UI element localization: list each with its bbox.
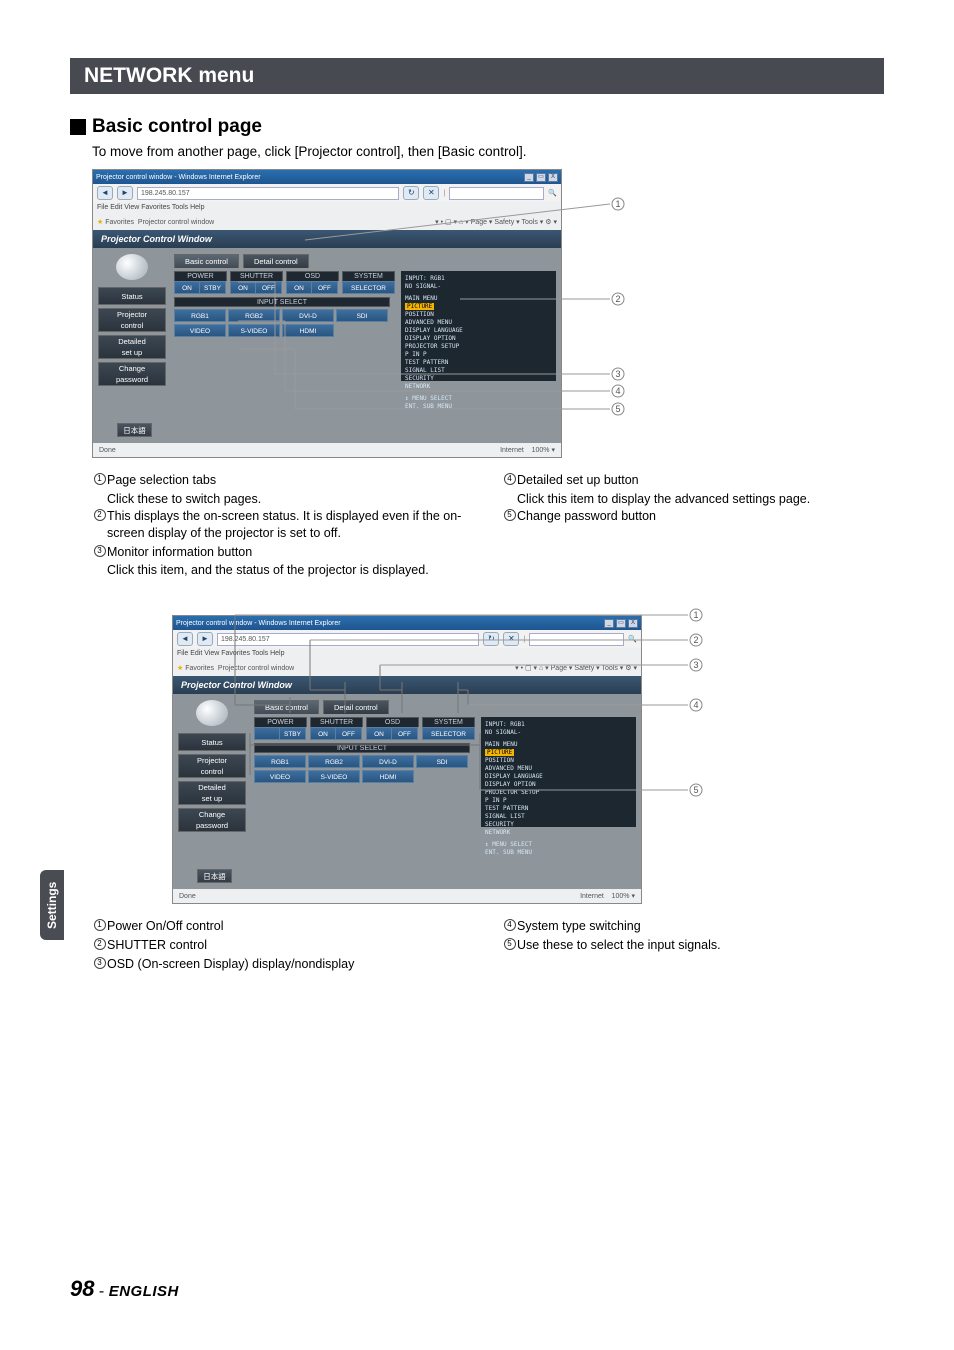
svg-text:4: 4 xyxy=(693,700,698,710)
svg-text:4: 4 xyxy=(615,386,620,396)
svg-text:5: 5 xyxy=(615,404,620,414)
section-title: Basic control page xyxy=(92,116,262,138)
f2r4: System type switching xyxy=(517,918,884,935)
f1l2-title: This displays the on-screen status. It i… xyxy=(107,508,474,542)
figure-2: Projector control window - Windows Inter… xyxy=(150,615,884,904)
svg-text:2: 2 xyxy=(615,294,620,304)
header-title: NETWORK menu xyxy=(84,64,254,88)
f2l1: Power On/Off control xyxy=(107,918,474,935)
f1r4-title: Detailed set up button xyxy=(517,472,884,489)
figure-1-callouts: 1 2 3 4 5 xyxy=(70,169,670,469)
f1r4-desc: Click this item to display the advanced … xyxy=(517,491,884,508)
svg-text:3: 3 xyxy=(693,660,698,670)
f1l1-title: Page selection tabs xyxy=(107,473,216,487)
svg-text:1: 1 xyxy=(615,199,620,209)
figure-1: Projector control window - Windows Inter… xyxy=(70,169,884,458)
f2l2: SHUTTER control xyxy=(107,937,474,954)
section-title-row: Basic control page xyxy=(70,116,884,138)
svg-text:1: 1 xyxy=(693,610,698,620)
section-marker xyxy=(70,119,86,135)
figure-2-legend: 1Power On/Off control 2SHUTTER control 3… xyxy=(92,918,884,975)
page-footer: 98 - ENGLISH xyxy=(70,1276,179,1302)
svg-text:5: 5 xyxy=(693,785,698,795)
f2l3: OSD (On-screen Display) display/nondispl… xyxy=(107,956,474,973)
f2r5: Use these to select the input signals. xyxy=(517,937,884,954)
page-number: 98 xyxy=(70,1276,94,1301)
section-intro: To move from another page, click [Projec… xyxy=(92,144,884,159)
page-language: ENGLISH xyxy=(109,1283,179,1300)
header-bar: NETWORK menu xyxy=(70,58,884,94)
f1l3-desc: Click this item, and the status of the p… xyxy=(107,562,474,579)
f1l3-title: Monitor information button xyxy=(107,544,474,561)
svg-text:2: 2 xyxy=(693,635,698,645)
figure-2-callouts: 1 2 3 4 5 xyxy=(90,585,730,885)
left-tab-settings: Settings xyxy=(40,870,64,940)
f1r5-title: Change password button xyxy=(517,508,884,525)
figure-1-legend: 1Page selection tabs Click these to swit… xyxy=(92,472,884,579)
f1l1-desc: Click these to switch pages. xyxy=(107,491,474,508)
svg-text:3: 3 xyxy=(615,369,620,379)
